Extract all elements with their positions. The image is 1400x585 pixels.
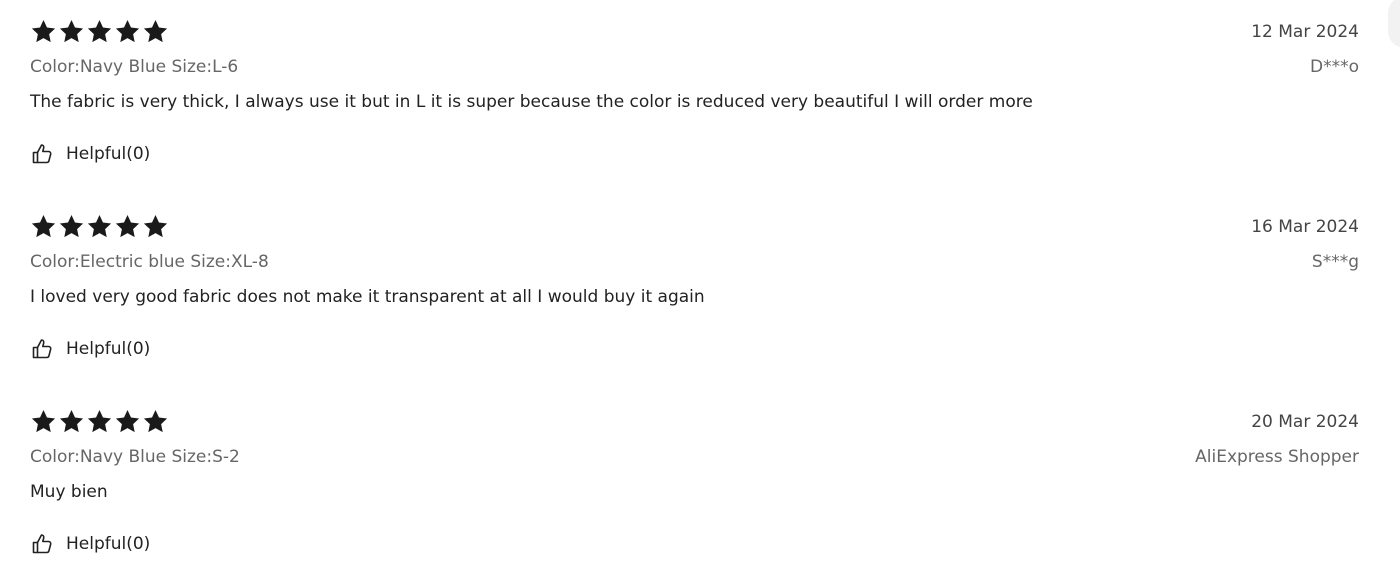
review-item: 16 Mar 2024 Color:Electric blue Size:XL-… — [0, 195, 1400, 390]
star-rating — [30, 18, 169, 45]
star-icon — [30, 18, 57, 45]
review-text: The fabric is very thick, I always use i… — [30, 92, 1033, 112]
review-item: 12 Mar 2024 Color:Navy Blue Size:L-6 D**… — [0, 0, 1400, 195]
helpful-label: Helpful(0) — [66, 534, 151, 554]
star-icon — [142, 18, 169, 45]
star-icon — [30, 213, 57, 240]
review-date: 20 Mar 2024 — [1251, 412, 1359, 432]
review-date: 16 Mar 2024 — [1251, 217, 1359, 237]
star-icon — [114, 18, 141, 45]
review-sku-info: Color:Electric blue Size:XL-8 — [30, 252, 269, 272]
star-icon — [114, 408, 141, 435]
review-sku-info: Color:Navy Blue Size:S-2 — [30, 447, 240, 467]
helpful-label: Helpful(0) — [66, 144, 151, 164]
star-icon — [58, 18, 85, 45]
star-icon — [86, 18, 113, 45]
star-icon — [30, 408, 57, 435]
review-author: AliExpress Shopper — [1195, 447, 1359, 467]
review-date: 12 Mar 2024 — [1251, 22, 1359, 42]
thumbs-up-icon — [30, 142, 54, 166]
review-text: Muy bien — [30, 482, 108, 502]
thumbs-up-icon — [30, 337, 54, 361]
thumbs-up-icon — [30, 532, 54, 556]
review-author: S***g — [1311, 252, 1359, 272]
review-text: I loved very good fabric does not make i… — [30, 287, 705, 307]
review-sku-info: Color:Navy Blue Size:L-6 — [30, 57, 239, 77]
helpful-button[interactable]: Helpful(0) — [30, 532, 150, 556]
helpful-button[interactable]: Helpful(0) — [30, 337, 150, 361]
star-rating — [30, 213, 169, 240]
review-list: 12 Mar 2024 Color:Navy Blue Size:L-6 D**… — [0, 0, 1400, 585]
star-icon — [86, 408, 113, 435]
review-item: 20 Mar 2024 Color:Navy Blue Size:S-2 Ali… — [0, 390, 1400, 585]
star-icon — [142, 213, 169, 240]
star-rating — [30, 408, 169, 435]
star-icon — [58, 408, 85, 435]
star-icon — [58, 213, 85, 240]
star-icon — [142, 408, 169, 435]
star-icon — [86, 213, 113, 240]
helpful-label: Helpful(0) — [66, 339, 151, 359]
star-icon — [114, 213, 141, 240]
review-author: D***o — [1310, 57, 1359, 77]
helpful-button[interactable]: Helpful(0) — [30, 142, 150, 166]
